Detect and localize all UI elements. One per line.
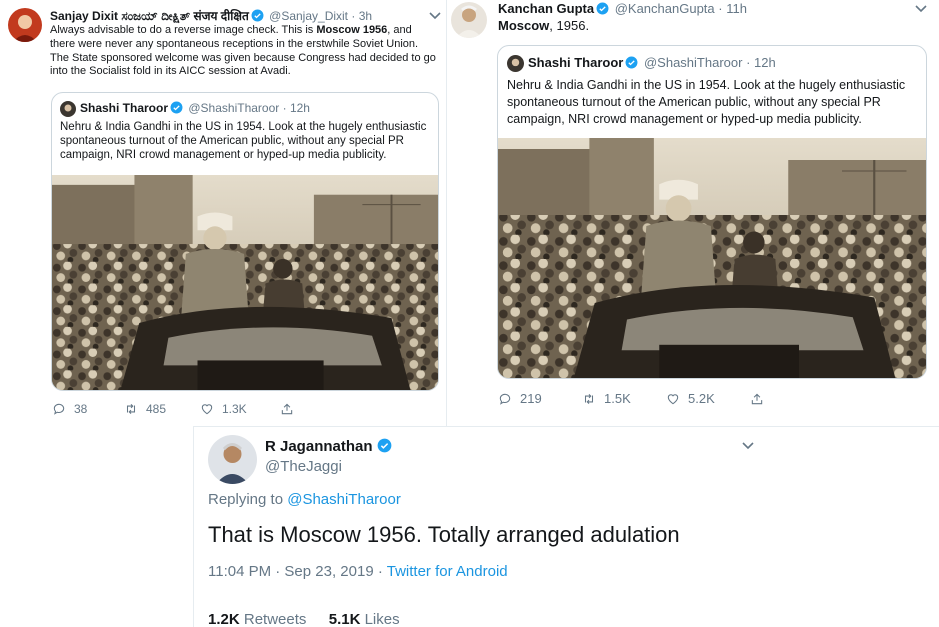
share-icon: [751, 393, 763, 404]
tweet-time[interactable]: 3h: [359, 9, 372, 23]
chevron-down-icon[interactable]: [741, 441, 755, 451]
tweet-stats: 1.2K Retweets 5.1K Likes: [208, 611, 400, 627]
avatar[interactable]: [8, 8, 42, 42]
quoted-tweet[interactable]: Shashi Tharoor @ShashiTharoor · 12h Nehr…: [51, 92, 439, 391]
quoted-tweet[interactable]: Shashi Tharoor @ShashiTharoor · 12h Nehr…: [497, 45, 927, 379]
avatar: [507, 55, 524, 72]
quote-header: Shashi Tharoor @ShashiTharoor · 12h: [80, 101, 310, 115]
verified-icon: [170, 101, 183, 114]
avatar[interactable]: [208, 435, 257, 484]
reply-icon: [53, 403, 65, 415]
tweet-timestamp: 11:04 PM · Sep 23, 2019 · Twitter for An…: [208, 563, 508, 580]
quote-photo[interactable]: [52, 175, 438, 390]
quote-text: Nehru & India Gandhi in the US in 1954. …: [60, 121, 427, 161]
retweet-icon: [126, 403, 136, 415]
tweet-sanjay[interactable]: Sanjay Dixit ಸಂಜಯ್ ದೀಕ್ಷಿತ್ संजय दीक्षित…: [0, 0, 446, 428]
retweet-icon: [584, 393, 594, 404]
quote-header: Shashi Tharoor @ShashiTharoor · 12h: [528, 55, 776, 70]
reply-button[interactable]: 219: [498, 391, 582, 406]
heart-icon: [667, 393, 679, 404]
retweets-stat[interactable]: 1.2K Retweets: [208, 611, 306, 627]
tweet-kanchan[interactable]: Kanchan Gupta @KanchanGupta · 11h Moscow…: [446, 0, 939, 428]
reply-mention-link[interactable]: @ShashiTharoor: [287, 491, 401, 508]
author-name[interactable]: Kanchan Gupta: [498, 1, 594, 16]
tweet-actions: 38 485 1.3K: [52, 402, 302, 416]
verified-icon: [251, 9, 264, 22]
avatar[interactable]: [451, 2, 487, 38]
author-name[interactable]: Sanjay Dixit ಸಂಜಯ್ ದೀಕ್ಷಿತ್ संजय दीक्षित: [50, 9, 249, 23]
reply-button[interactable]: 38: [52, 402, 124, 416]
reply-icon: [499, 393, 511, 405]
author-handle[interactable]: @KanchanGupta: [615, 1, 715, 16]
tweet-text: Always advisable to do a reverse image c…: [50, 24, 436, 78]
verified-icon: [377, 438, 392, 453]
quote-text: Nehru & India Gandhi in the US in 1954. …: [507, 78, 906, 126]
likes-stat[interactable]: 5.1K Likes: [329, 611, 400, 627]
heart-icon: [201, 404, 213, 415]
quote-author-name: Shashi Tharoor: [528, 55, 624, 70]
like-button[interactable]: 5.2K: [666, 391, 750, 406]
tweet-source-link[interactable]: Twitter for Android: [387, 563, 508, 580]
quote-photo[interactable]: [498, 138, 926, 378]
avatar: [60, 101, 76, 117]
verified-icon: [625, 56, 638, 69]
chevron-down-icon[interactable]: [428, 11, 442, 21]
retweet-button[interactable]: 1.5K: [582, 391, 666, 406]
quote-author-name: Shashi Tharoor: [80, 101, 169, 115]
share-icon: [281, 403, 293, 415]
quote-handle: @ShashiTharoor: [188, 101, 280, 115]
replying-to: Replying to @ShashiTharoor: [208, 491, 401, 508]
quote-time: 12h: [289, 101, 310, 115]
verified-icon: [596, 2, 609, 15]
author-handle[interactable]: @Sanjay_Dixit: [269, 9, 348, 23]
quote-time: 12h: [754, 55, 776, 70]
chevron-down-icon[interactable]: [914, 4, 928, 14]
tweet-time[interactable]: 11h: [726, 1, 747, 16]
tweet-header: Sanjay Dixit ಸಂಜಯ್ ದೀಕ್ಷಿತ್ संजय दीक्षित…: [50, 9, 373, 23]
share-button[interactable]: [280, 402, 302, 416]
quote-handle: @ShashiTharoor: [643, 55, 743, 70]
tweet-jagannathan[interactable]: R Jagannathan @TheJaggi Replying to @Sha…: [193, 426, 939, 627]
like-button[interactable]: 1.3K: [200, 402, 280, 416]
tweet-actions: 219 1.5K 5.2K: [498, 391, 772, 406]
tweet-header: Kanchan Gupta @KanchanGupta · 11h: [498, 1, 747, 16]
share-button[interactable]: [750, 392, 772, 406]
tweet-text: Moscow, 1956.: [498, 18, 590, 33]
author-name[interactable]: R Jagannathan: [265, 438, 394, 455]
author-handle[interactable]: @TheJaggi: [265, 458, 342, 475]
tweet-text: That is Moscow 1956. Totally arranged ad…: [208, 522, 680, 547]
retweet-button[interactable]: 485: [124, 402, 200, 416]
